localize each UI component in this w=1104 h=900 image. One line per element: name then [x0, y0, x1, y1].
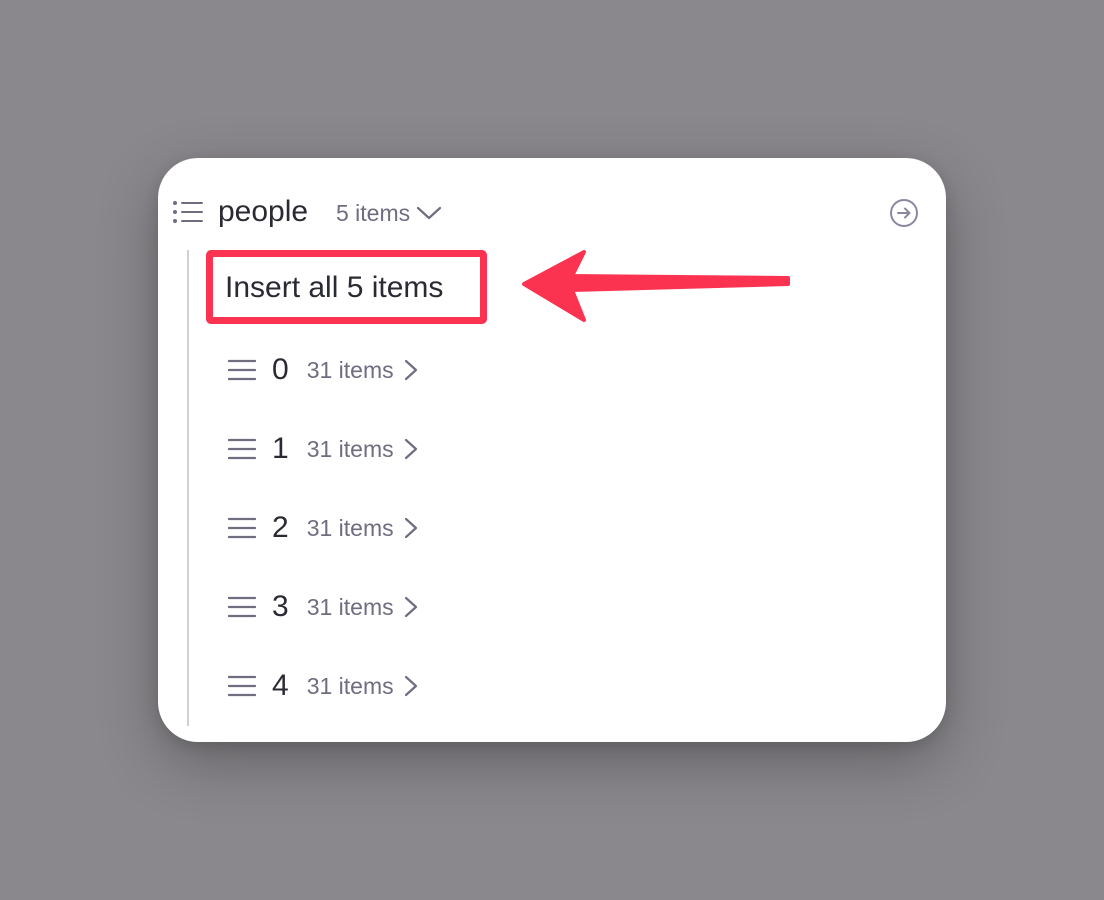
item-count: 31 items: [306, 594, 394, 620]
item-count: 31 items: [306, 357, 394, 383]
list-item-2[interactable]: 2 31 items: [228, 508, 418, 548]
item-count: 31 items: [306, 436, 394, 462]
items-count-toggle[interactable]: 5 items: [336, 198, 442, 228]
item-count: 31 items: [306, 515, 394, 541]
item-index: 1: [272, 432, 289, 465]
annotation-arrow: [522, 250, 790, 322]
tree-guide-line: [187, 250, 189, 726]
drag-handle-icon: [228, 596, 256, 618]
drag-handle-icon: [228, 359, 256, 381]
drag-handle-icon: [228, 675, 256, 697]
chevron-right-icon: [404, 596, 417, 618]
arrow-right-circle-icon[interactable]: [889, 198, 919, 228]
chevron-right-icon: [404, 438, 417, 460]
list-item-4[interactable]: 4 31 items: [228, 666, 418, 706]
item-index: 3: [272, 590, 289, 623]
chevron-right-icon: [404, 675, 417, 697]
object-title: people: [218, 195, 309, 228]
item-count: 31 items: [306, 673, 394, 699]
chevron-down-icon: [417, 206, 442, 220]
object-panel: people 5 items Insert all 5 items 0 31 i…: [158, 158, 946, 742]
drag-handle-icon: [228, 438, 256, 460]
list-item-1[interactable]: 1 31 items: [228, 429, 418, 469]
item-index: 4: [272, 669, 289, 702]
item-index: 0: [272, 353, 289, 386]
insert-all-label: Insert all 5 items: [225, 271, 444, 304]
list-item-3[interactable]: 3 31 items: [228, 587, 418, 627]
chevron-right-icon: [404, 517, 417, 539]
items-count-label: 5 items: [336, 200, 411, 226]
insert-all-button[interactable]: Insert all 5 items: [206, 250, 487, 324]
item-index: 2: [272, 511, 289, 544]
drag-handle-icon: [228, 517, 256, 539]
chevron-right-icon: [404, 359, 417, 381]
list-item-0[interactable]: 0 31 items: [228, 350, 418, 390]
list-icon: [173, 201, 203, 223]
